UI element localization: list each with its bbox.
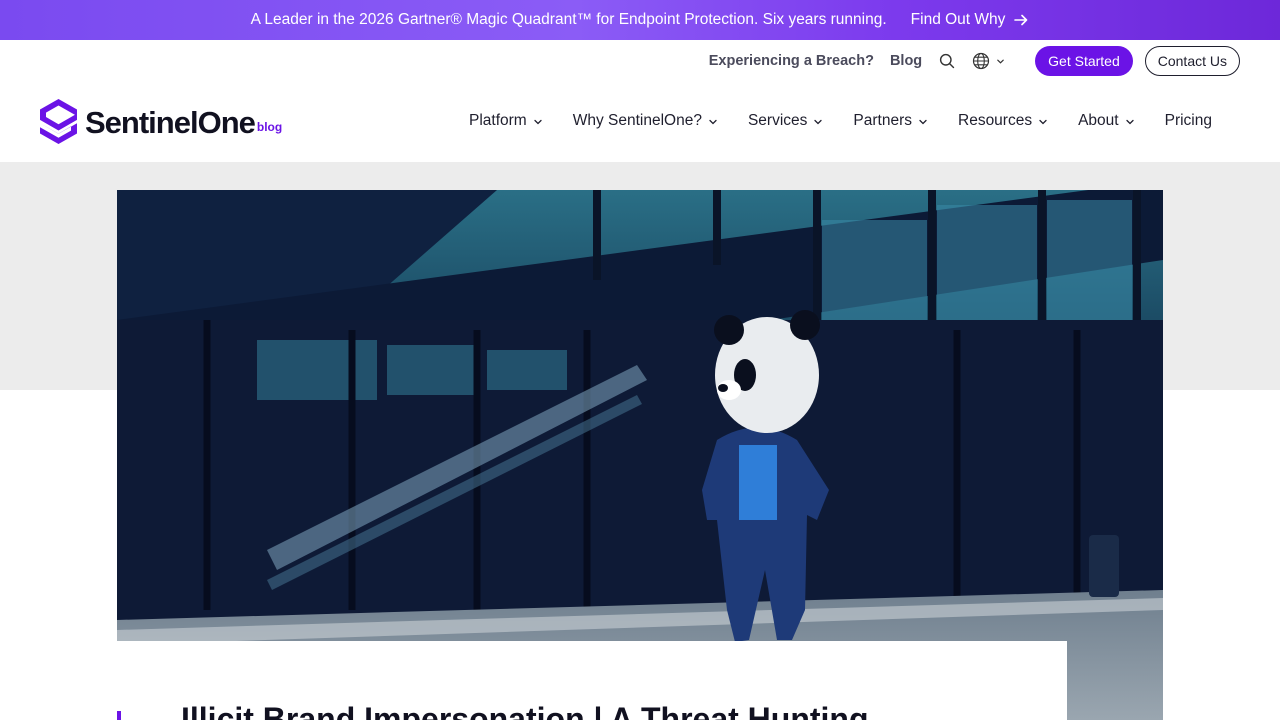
chevron-down-icon bbox=[997, 59, 1004, 64]
logo-wordmark: SentinelOne bbox=[85, 105, 256, 140]
arrow-right-icon bbox=[1014, 14, 1028, 26]
sentinelone-logo-mark bbox=[40, 99, 77, 144]
nav-item-label: Services bbox=[747, 112, 808, 129]
main-nav: Platform Why SentinelOne? Services Partn… bbox=[469, 108, 1212, 134]
logo[interactable]: SentinelOne blog bbox=[40, 99, 282, 144]
nav-item-why-sentinelone[interactable]: Why SentinelOne? bbox=[573, 108, 718, 134]
article-card: Illicit Brand Impersonation | A Threat H… bbox=[117, 641, 1067, 720]
chevron-down-icon bbox=[709, 119, 717, 125]
nav-item-platform[interactable]: Platform bbox=[469, 108, 543, 134]
title-accent-bar bbox=[117, 711, 121, 720]
announcement-text: A Leader in the 2026 Gartner® Magic Quad… bbox=[250, 11, 887, 28]
contact-us-button[interactable]: Contact Us bbox=[1144, 46, 1240, 76]
get-started-button[interactable]: Get Started bbox=[1035, 46, 1133, 76]
chevron-down-icon bbox=[534, 119, 542, 125]
announcement-bar: A Leader in the 2026 Gartner® Magic Quad… bbox=[0, 0, 1280, 40]
blog-link[interactable]: Blog bbox=[890, 53, 922, 69]
nav-item-label: Partners bbox=[853, 112, 912, 129]
language-selector[interactable] bbox=[972, 52, 1005, 70]
nav-item-label: Pricing bbox=[1164, 112, 1212, 129]
article-title: Illicit Brand Impersonation | A Threat H… bbox=[181, 701, 869, 720]
breach-link[interactable]: Experiencing a Breach? bbox=[709, 53, 874, 69]
chevron-down-icon bbox=[1039, 119, 1047, 125]
logo-blog-tag: blog bbox=[256, 120, 283, 134]
find-out-why-label: Find Out Why bbox=[910, 11, 1006, 28]
nav-item-services[interactable]: Services bbox=[748, 108, 823, 134]
globe-icon bbox=[973, 52, 990, 70]
nav-item-about[interactable]: About bbox=[1078, 108, 1135, 134]
nav-item-label: Why SentinelOne? bbox=[572, 112, 702, 129]
utility-nav: Experiencing a Breach? Blog Get Started … bbox=[709, 40, 1240, 82]
chevron-down-icon bbox=[919, 119, 927, 125]
find-out-why-link[interactable]: Find Out Why bbox=[911, 11, 1030, 29]
nav-item-label: Platform bbox=[469, 112, 527, 129]
nav-item-resources[interactable]: Resources bbox=[958, 108, 1048, 134]
nav-item-label: Resources bbox=[958, 112, 1033, 129]
nav-item-label: About bbox=[1078, 112, 1119, 129]
nav-item-partners[interactable]: Partners bbox=[853, 108, 928, 134]
nav-item-pricing[interactable]: Pricing bbox=[1165, 108, 1212, 134]
search-icon[interactable] bbox=[938, 52, 956, 70]
chevron-down-icon bbox=[1125, 119, 1134, 125]
chevron-down-icon bbox=[814, 119, 823, 125]
